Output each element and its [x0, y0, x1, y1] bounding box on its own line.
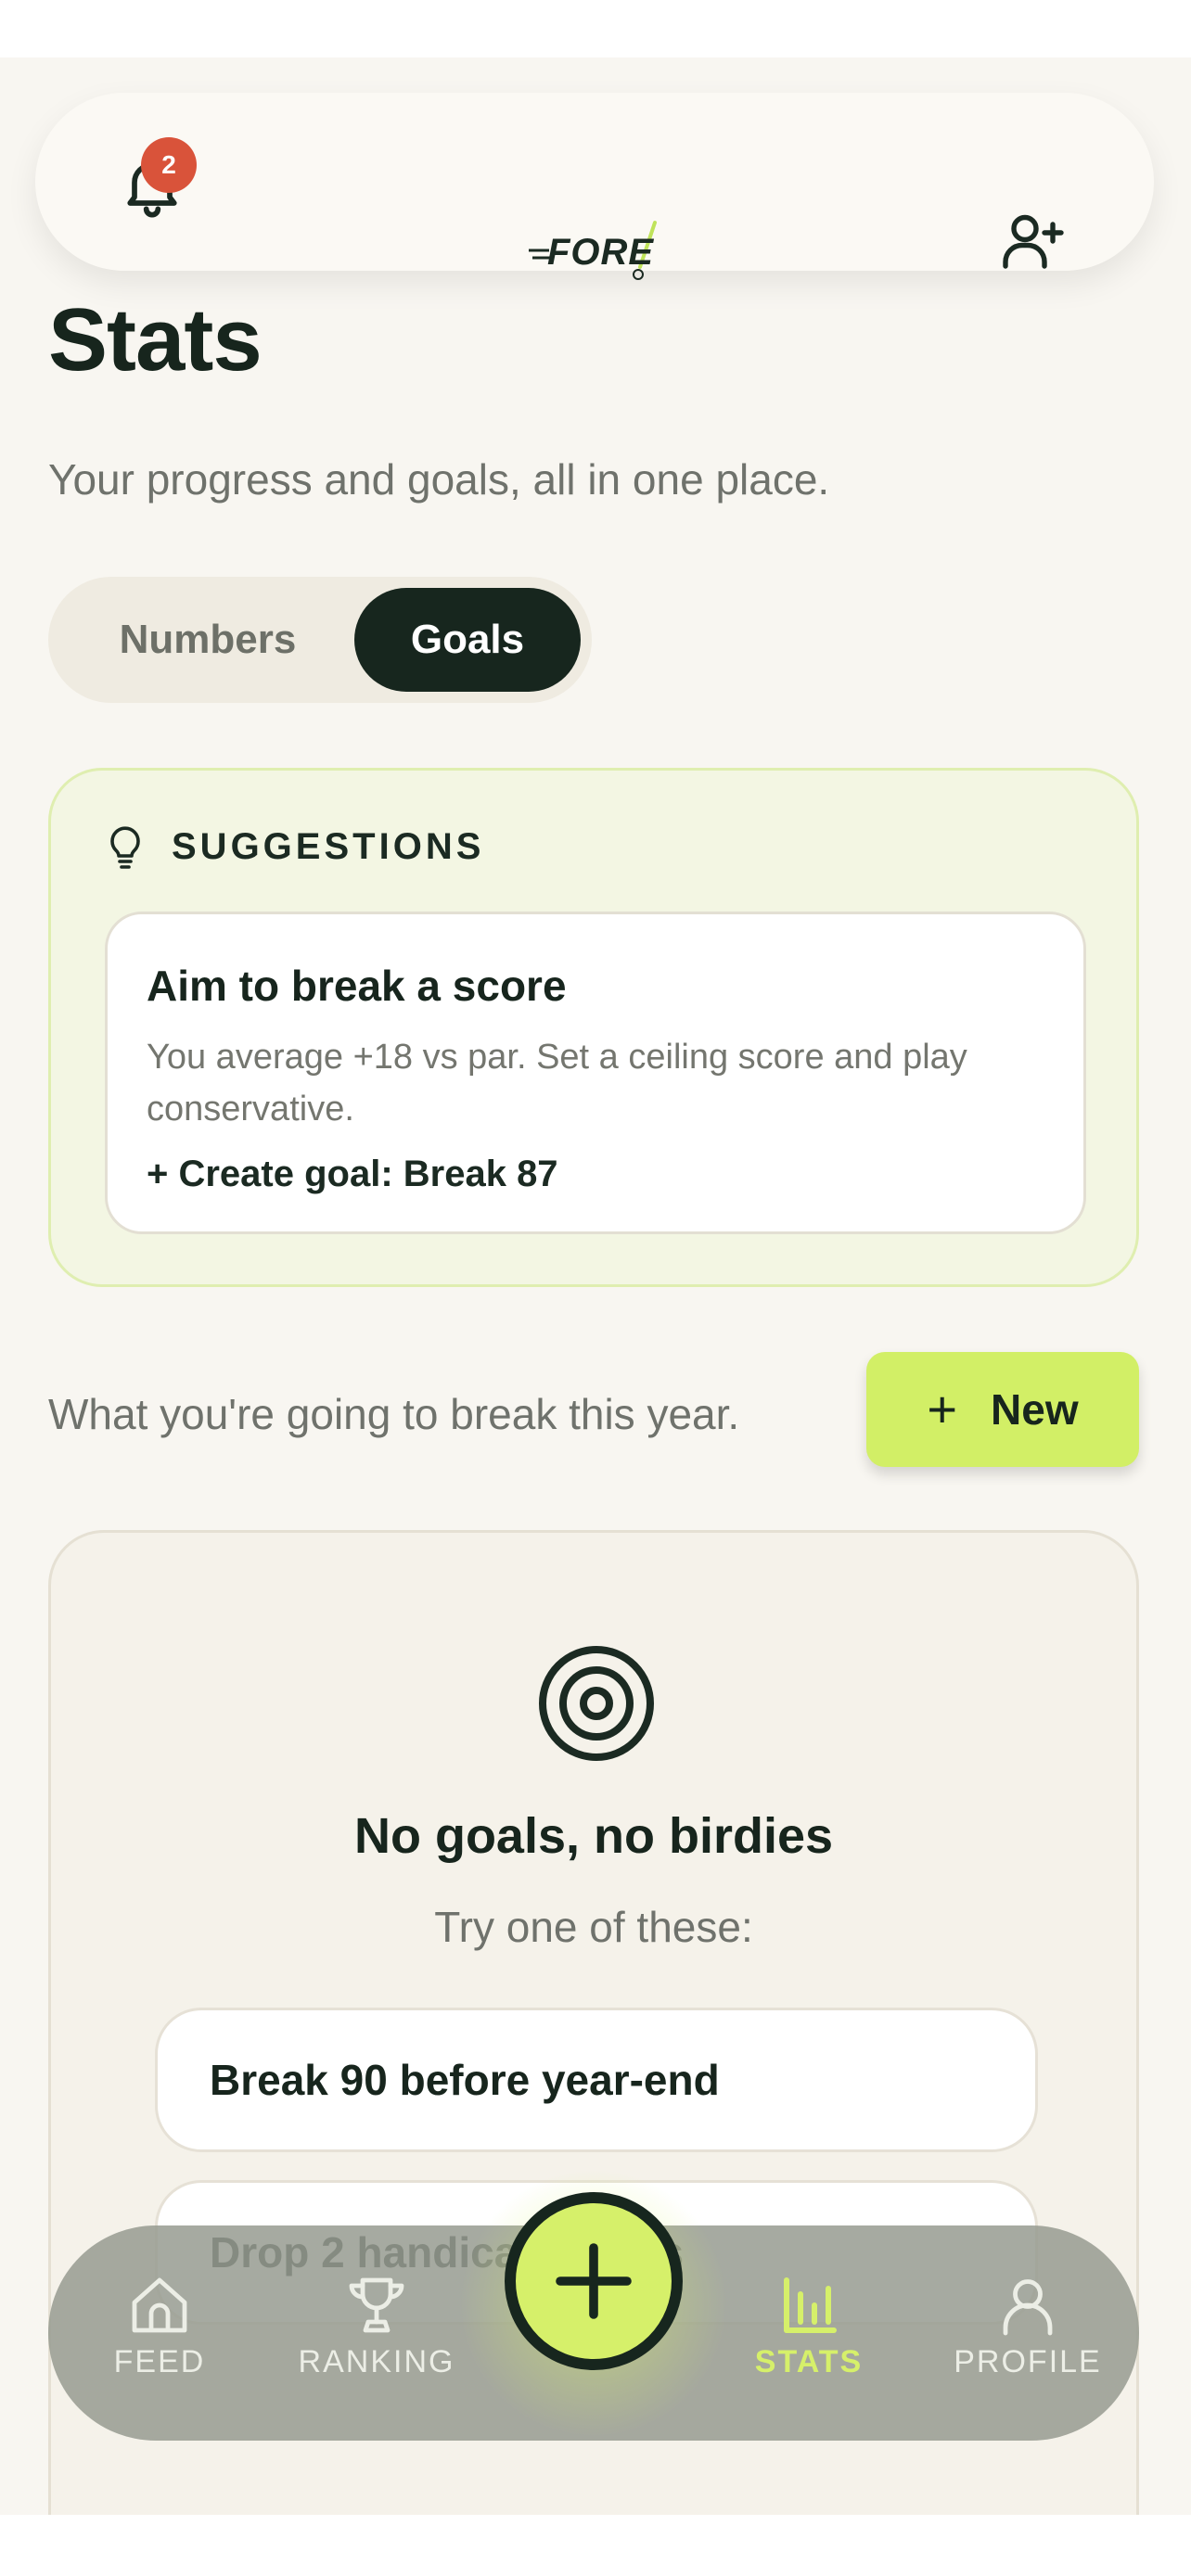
tab-numbers[interactable]: Numbers: [59, 588, 356, 692]
nav-ranking[interactable]: RANKING: [284, 2272, 469, 2380]
bar-chart-icon: [784, 2277, 837, 2333]
goals-caption: What you're going to break this year.: [48, 1390, 740, 1438]
page-subtitle: Your progress and goals, all in one plac…: [48, 455, 830, 504]
suggestion-description: You average +18 vs par. Set a ceiling sc…: [147, 1038, 967, 1129]
user-icon: [1003, 2279, 1053, 2336]
nav-label: STATS: [754, 2344, 864, 2379]
add-friend-icon[interactable]: [1000, 208, 1067, 274]
logo-text: FORE: [547, 232, 655, 273]
home-icon: [132, 2277, 187, 2333]
empty-state-subtitle: Try one of these:: [434, 1903, 753, 1951]
plus-icon: +: [927, 1380, 958, 1438]
new-goal-label: New: [991, 1385, 1079, 1434]
add-round-button[interactable]: [505, 2192, 683, 2370]
nav-feed[interactable]: FEED: [67, 2272, 252, 2380]
plus-icon: [556, 2243, 632, 2319]
empty-state-title: No goals, no birdies: [353, 1808, 834, 1864]
suggestions-label: SUGGESTIONS: [172, 825, 485, 867]
app-screen: 2 FORE Stats Your progress and goals, al…: [0, 57, 1191, 2515]
nav-label: PROFILE: [954, 2344, 1102, 2379]
trophy-icon: [349, 2277, 404, 2333]
notification-badge: 2: [141, 137, 197, 193]
nav-stats[interactable]: STATS: [716, 2272, 902, 2380]
tab-goals[interactable]: Goals: [354, 588, 581, 692]
suggestions-header: SUGGESTIONS: [105, 823, 484, 871]
suggestions-panel: SUGGESTIONS Aim to break a score You ave…: [48, 768, 1139, 1287]
page-title: Stats: [48, 290, 263, 389]
stats-tab-switcher: Numbers Goals: [48, 577, 592, 703]
create-goal-link[interactable]: + Create goal: Break 87: [147, 1154, 1044, 1195]
suggestion-title: Aim to break a score: [147, 962, 567, 1010]
nav-profile[interactable]: PROFILE: [935, 2272, 1121, 2380]
lightbulb-icon: [110, 826, 140, 869]
nav-label: RANKING: [298, 2344, 455, 2379]
target-icon: [539, 1646, 654, 1761]
goal-idea-option[interactable]: Break 90 before year-end: [155, 2008, 1038, 2152]
suggestion-card[interactable]: Aim to break a score You average +18 vs …: [105, 912, 1086, 1234]
nav-label: FEED: [113, 2344, 206, 2379]
new-goal-button[interactable]: + New: [866, 1352, 1139, 1467]
